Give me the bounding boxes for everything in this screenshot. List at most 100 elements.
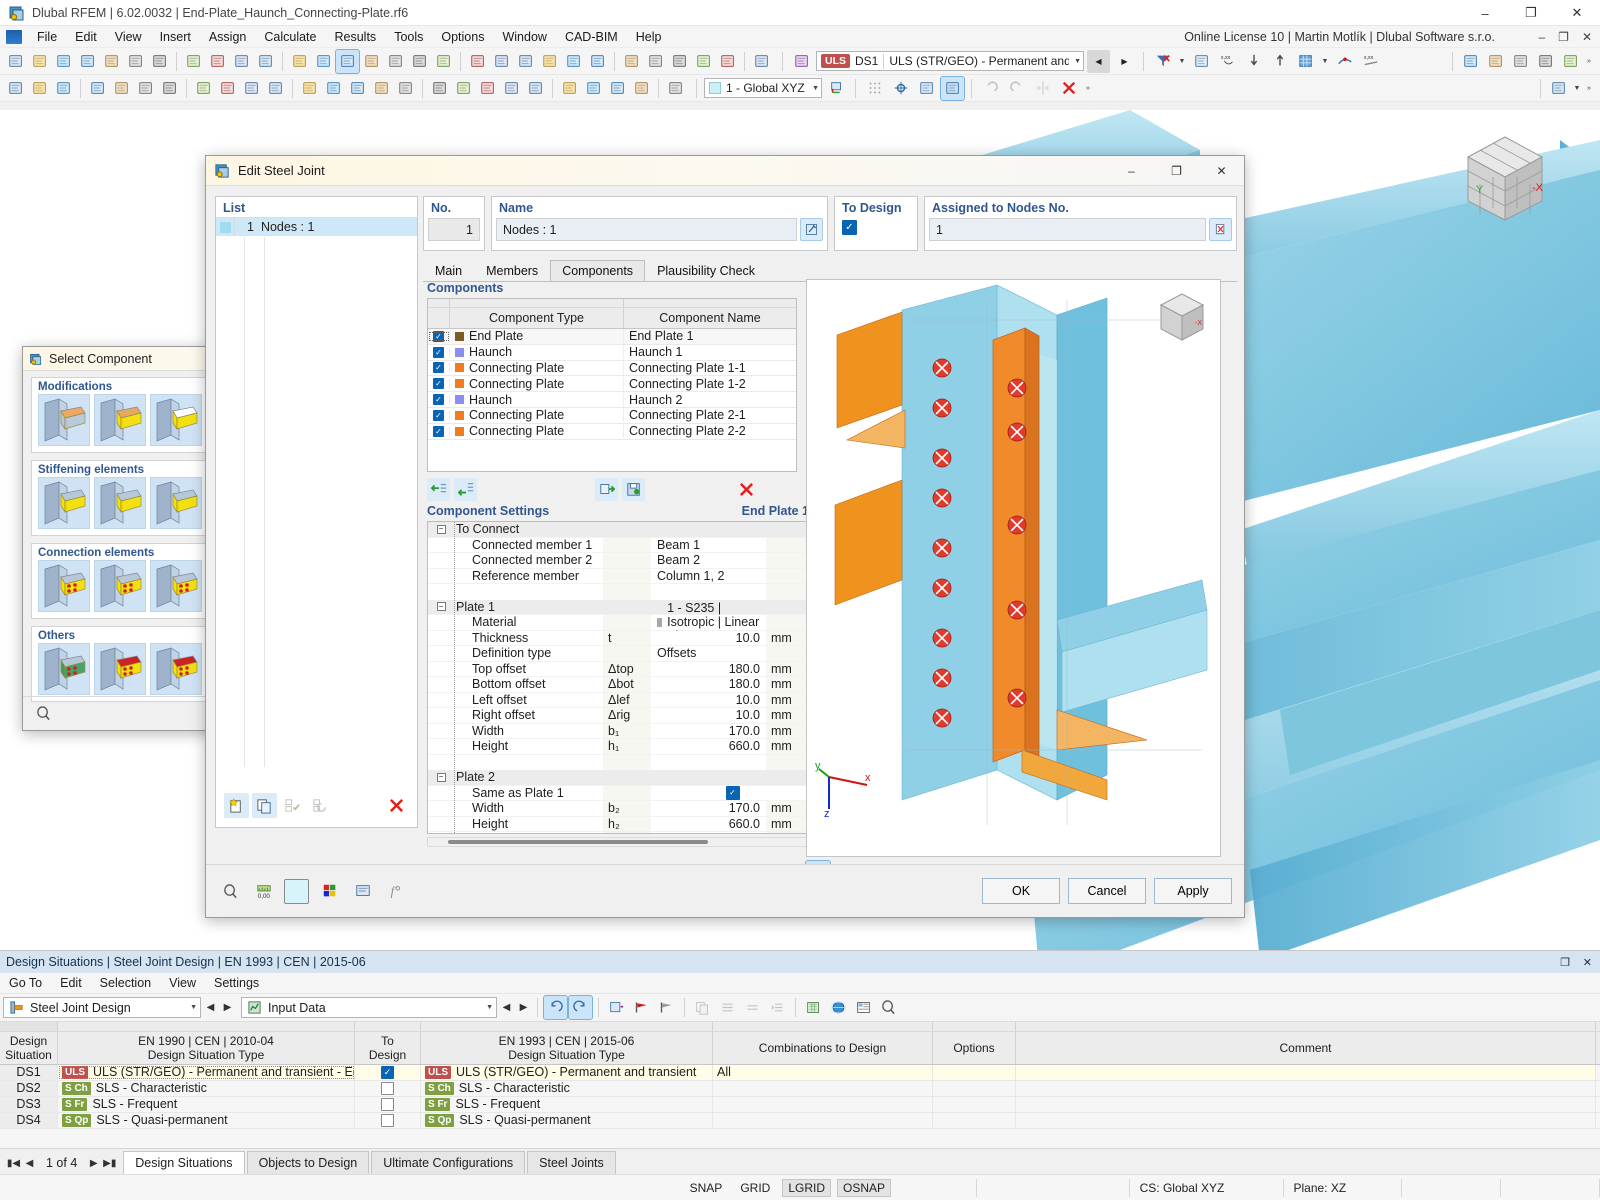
formula-icon[interactable]: f xyxy=(383,879,408,904)
bp-table-body[interactable]: DS1 ULS ULS (STR/GEO) - Permanent and tran… xyxy=(0,1065,1600,1129)
settings-row[interactable]: Right offset Δrig 10.0 mm xyxy=(428,708,808,724)
menu-item-help[interactable]: Help xyxy=(627,27,671,47)
component-thumbnail[interactable] xyxy=(38,394,90,446)
settings-row[interactable]: Height h₂ 660.0 mm xyxy=(428,816,808,832)
bp-comment[interactable] xyxy=(1016,1112,1596,1128)
delete-component-icon[interactable] xyxy=(735,478,758,501)
bp-options[interactable] xyxy=(933,1080,1016,1096)
settings-row[interactable]: Top offset Δtop 180.0 mm xyxy=(428,661,808,677)
menu-item-assign[interactable]: Assign xyxy=(200,27,256,47)
bp-menu-settings[interactable]: Settings xyxy=(205,974,268,992)
menu-item-file[interactable]: File xyxy=(28,27,66,47)
toolbar-button-5[interactable] xyxy=(134,77,157,100)
toolbar-button-27[interactable] xyxy=(692,50,715,73)
settings-row[interactable]: Height h₁ 660.0 mm xyxy=(428,739,808,755)
result-diagram-icon[interactable] xyxy=(1333,50,1356,73)
table-row[interactable]: DS3 S Fr SLS - Frequent S Fr SLS - Frequent xyxy=(0,1096,1600,1113)
toolbar-button-9[interactable] xyxy=(230,50,253,73)
toolbar-button-3[interactable] xyxy=(86,77,109,100)
pager-last-button[interactable]: ▶▮ xyxy=(102,1158,117,1169)
toolbar-button-25[interactable] xyxy=(644,50,667,73)
toolbar-button-21[interactable] xyxy=(558,77,581,100)
joint-maximize-button[interactable]: ❐ xyxy=(1154,156,1199,186)
settings-row[interactable]: Thickness t 10.0 mm xyxy=(428,630,808,646)
bp-restore-button[interactable]: ❐ xyxy=(1560,956,1570,969)
toolbar-button-6[interactable] xyxy=(158,77,181,100)
toolbar-button-1[interactable] xyxy=(28,50,51,73)
component-thumbnail[interactable] xyxy=(38,477,90,529)
menu-item-results[interactable]: Results xyxy=(326,27,386,47)
toolbar-button-7[interactable] xyxy=(192,77,215,100)
toolbar-button-8[interactable] xyxy=(206,50,229,73)
move-component-down-icon[interactable] xyxy=(454,477,477,501)
load-case-next-button[interactable]: ▶ xyxy=(1113,50,1136,73)
toolbar-button-2[interactable] xyxy=(52,77,75,100)
statusbar-toggle-lgrid[interactable]: LGRID xyxy=(782,1178,831,1197)
bp-combinations[interactable]: All xyxy=(713,1065,933,1080)
bp-combinations[interactable] xyxy=(713,1080,933,1096)
toolbar-button-24[interactable] xyxy=(630,77,653,100)
export-excel-icon[interactable] xyxy=(802,996,825,1019)
render-settings-dropdown-icon[interactable]: ▼ xyxy=(1572,77,1582,100)
bp-combinations[interactable] xyxy=(713,1096,933,1112)
bp-todesign-checkbox[interactable] xyxy=(381,1113,394,1127)
footer-help-icon[interactable] xyxy=(218,879,243,904)
menu-item-calculate[interactable]: Calculate xyxy=(255,27,325,47)
settings-hscrollbar[interactable] xyxy=(427,837,809,847)
joint-name-input[interactable]: Nodes : 1 xyxy=(496,218,797,241)
settings-row-number[interactable]: 170.0 xyxy=(651,723,766,738)
table-row[interactable]: ✓ Connecting Plate Connecting Plate 1-2 xyxy=(428,376,796,393)
toolbar-button-24[interactable] xyxy=(620,50,643,73)
redo-icon[interactable] xyxy=(568,995,593,1020)
table-row[interactable]: ✓ Connecting Plate Connecting Plate 2-1 xyxy=(428,408,796,424)
statusbar-toggle-grid[interactable]: GRID xyxy=(734,1179,776,1197)
toolbar-button-11[interactable] xyxy=(298,77,321,100)
row-checkbox[interactable]: ✓ xyxy=(433,362,444,374)
joint-close-button[interactable]: ✕ xyxy=(1199,156,1244,186)
pager-prev-button[interactable]: ◀ xyxy=(22,1158,37,1169)
data-select[interactable]: Input Data ▼ xyxy=(241,997,497,1018)
components-table-body[interactable]: ✓ End Plate End Plate 1 ✓ Haunch Haunch 1 ✓ Con… xyxy=(428,329,796,440)
bp-close-button[interactable]: ✕ xyxy=(1583,956,1592,969)
value-labels-icon[interactable]: x,xx xyxy=(1216,50,1239,73)
toolbar-button-23[interactable] xyxy=(586,50,609,73)
settings-group[interactable]: − Plate 2 xyxy=(428,770,808,786)
joint-3d-view[interactable]: -X x y z xyxy=(806,279,1221,857)
toolbar-overflow-icon[interactable]: » xyxy=(1584,50,1594,73)
settings-row[interactable]: Connected member 1 Beam 1 xyxy=(428,537,808,553)
settings-row[interactable]: Reference member Column 1, 2 xyxy=(428,568,808,584)
joint-minimize-button[interactable]: – xyxy=(1109,156,1154,186)
module-next-button[interactable]: ▶ xyxy=(220,1002,235,1013)
toolbar-button-10[interactable] xyxy=(254,50,277,73)
toolbar-button-18[interactable] xyxy=(476,77,499,100)
cloud-icon[interactable] xyxy=(1484,50,1507,73)
component-thumbnail[interactable] xyxy=(94,643,146,695)
toolbar-button-19[interactable] xyxy=(500,77,523,100)
bp-menu-edit[interactable]: Edit xyxy=(51,974,91,992)
units-icon[interactable]: 0,00 xyxy=(251,879,276,904)
component-settings-tree[interactable]: − To Connect Connected member 1 Beam 1 Conne… xyxy=(428,522,808,833)
toolbar-button-5[interactable] xyxy=(124,50,147,73)
table-row[interactable]: DS2 S Ch SLS - Characteristic S Ch SLS - Cha… xyxy=(0,1080,1600,1097)
toolbar-button-15[interactable] xyxy=(384,50,407,73)
deformation-icon[interactable] xyxy=(1190,50,1213,73)
tab-plausibility check[interactable]: Plausibility Check xyxy=(645,260,767,281)
row-checkbox[interactable]: ✓ xyxy=(433,409,444,421)
toolbar-button-22[interactable] xyxy=(582,77,605,100)
globe-icon[interactable] xyxy=(827,996,850,1019)
component-thumbnail[interactable] xyxy=(38,643,90,695)
toolbar-button-9[interactable] xyxy=(240,77,263,100)
toolbar-button-17[interactable] xyxy=(432,50,455,73)
table-row[interactable]: ✓ Haunch Haunch 2 xyxy=(428,392,796,408)
maximize-button[interactable]: ❐ xyxy=(1508,0,1554,26)
toolbar-button-3[interactable] xyxy=(76,50,99,73)
comment-icon[interactable] xyxy=(350,879,375,904)
settings-row-number[interactable]: 180.0 xyxy=(651,661,766,676)
statusbar-toggle-osnap[interactable]: OSNAP xyxy=(837,1178,892,1197)
toolbar-button-25[interactable] xyxy=(664,77,687,100)
toolbar-button-10[interactable] xyxy=(264,77,287,100)
toolbar-button-8[interactable] xyxy=(216,77,239,100)
delete-joint-icon[interactable] xyxy=(384,793,409,818)
settings-row-number[interactable]: 10.0 xyxy=(651,692,766,707)
toolbar-button-12[interactable] xyxy=(322,77,345,100)
